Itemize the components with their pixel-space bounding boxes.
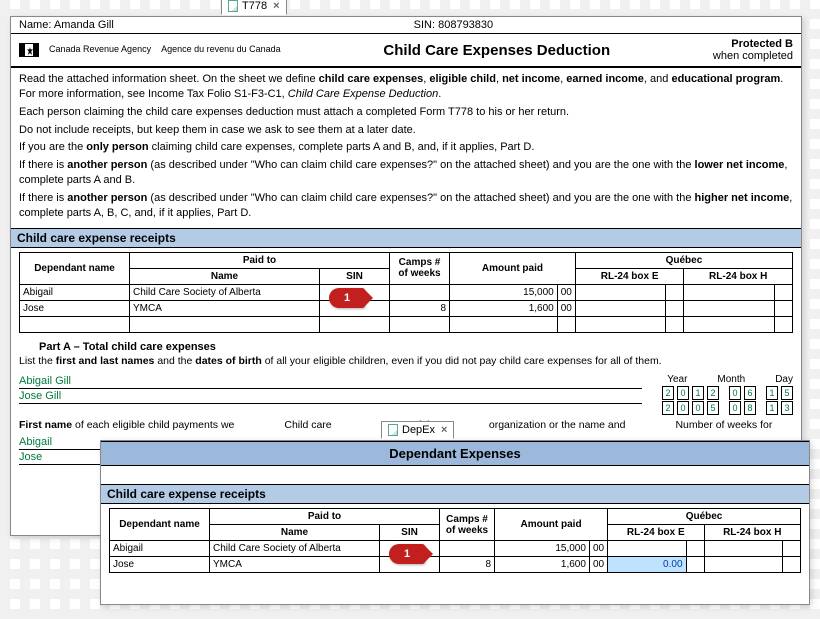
col-sin: SIN	[380, 525, 440, 541]
children-area: Abigail Gill Jose Gill Year Month Day 20…	[11, 374, 801, 415]
table-row[interactable]	[20, 316, 793, 332]
col-dependant: Dependant name	[20, 252, 130, 284]
col-name: Name	[130, 268, 320, 284]
col-rl24e: RL-24 box E	[608, 525, 704, 541]
dob-month-label: Month	[717, 374, 745, 385]
child-name-line[interactable]: Abigail Gill	[19, 374, 642, 389]
sin-value: 808793830	[438, 19, 493, 31]
name-label: Name:	[19, 19, 51, 31]
table-row[interactable]: Jose YMCA 8 1,600 00	[20, 300, 793, 316]
header-title-row: Canada Revenue Agency Agence du revenu d…	[11, 34, 801, 68]
receipts-section-title: Child care expense receipts	[11, 228, 801, 248]
header-name-row: Name: Amanda Gill SIN: 808793830	[11, 17, 801, 34]
col-quebec: Québec	[575, 252, 792, 268]
col-paidto: Paid to	[210, 509, 440, 525]
depex-receipts-table: Dependant name Paid to Camps # of weeks …	[109, 508, 801, 573]
tab-depex[interactable]: DepEx ×	[381, 421, 454, 439]
agency-fr: Agence du revenu du Canada	[161, 45, 281, 55]
tab-label: DepEx	[402, 424, 435, 436]
receipts-table: Dependant name Paid to Camps # of weeks …	[19, 252, 793, 333]
table-row[interactable]: Jose YMCA 8 1,600 00 0.00	[110, 557, 801, 573]
col-paidto: Paid to	[130, 252, 390, 268]
agency-en: Canada Revenue Agency	[49, 45, 151, 55]
depex-title: Dependant Expenses	[101, 441, 809, 466]
col-quebec: Québec	[608, 509, 801, 525]
form-depex-panel: DepEx × Dependant Expenses Child care ex…	[100, 440, 810, 605]
close-icon[interactable]: ×	[441, 424, 447, 436]
table-row[interactable]: Abigail Child Care Society of Alberta 15…	[110, 541, 801, 557]
dob-row[interactable]: 2005 08 13	[662, 401, 793, 415]
tab-t778[interactable]: T778 ×	[221, 0, 287, 15]
col-rl24e: RL-24 box E	[575, 268, 684, 284]
part-a-description: List the first and last names and the da…	[11, 355, 801, 375]
col-amount: Amount paid	[495, 509, 608, 541]
col-camps: Camps # of weeks	[440, 509, 495, 541]
part-a-title: Part A – Total child care expenses	[11, 337, 801, 355]
canada-flag-icon	[19, 43, 39, 57]
col-rl24h: RL-24 box H	[704, 525, 800, 541]
table-row[interactable]: Abigail Child Care Society of Alberta 15…	[20, 284, 793, 300]
marker-1: 1	[329, 288, 365, 308]
child-name-line[interactable]: Jose Gill	[19, 389, 642, 404]
instructions: Read the attached information sheet. On …	[11, 68, 801, 228]
dob-row[interactable]: 2012 06 15	[662, 386, 793, 400]
document-icon	[388, 424, 398, 436]
name-value: Amanda Gill	[54, 19, 114, 31]
col-sin: SIN	[320, 268, 390, 284]
protected-label: Protected B when completed	[713, 38, 793, 62]
depex-receipts-title: Child care expense receipts	[101, 484, 809, 504]
col-name: Name	[210, 525, 380, 541]
marker-1: 1	[389, 544, 425, 564]
tab-label: T778	[242, 0, 267, 12]
close-icon[interactable]: ×	[273, 0, 279, 12]
dob-day-label: Day	[775, 374, 793, 385]
col-dependant: Dependant name	[110, 509, 210, 541]
document-icon	[228, 0, 238, 12]
dob-year-label: Year	[667, 374, 687, 385]
col-amount: Amount paid	[450, 252, 576, 284]
form-title: Child Care Expenses Deduction	[291, 42, 703, 59]
sin-label: SIN:	[414, 19, 435, 31]
col-rl24h: RL-24 box H	[684, 268, 793, 284]
col-camps: Camps # of weeks	[390, 252, 450, 284]
